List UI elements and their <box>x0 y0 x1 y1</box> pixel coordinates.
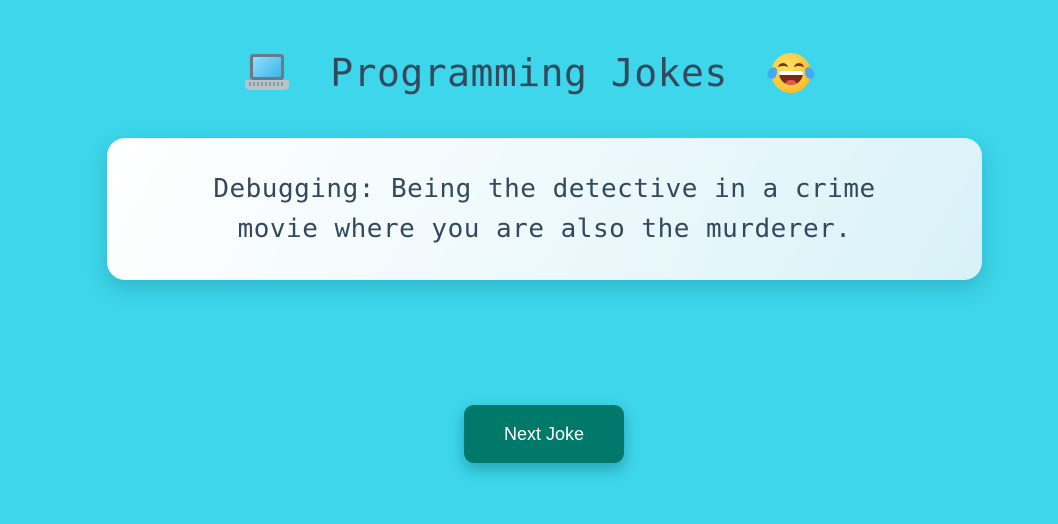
joke-text: Debugging: Being the detective in a crim… <box>213 174 876 244</box>
next-joke-button[interactable]: Next Joke <box>464 405 624 463</box>
laughing-tears-icon <box>765 51 816 95</box>
page-title: Programming Jokes <box>330 50 728 95</box>
page-title-row: Programming Jokes <box>0 48 1058 95</box>
joke-card: Debugging: Being the detective in a crim… <box>107 138 982 280</box>
laptop-icon <box>245 53 290 92</box>
